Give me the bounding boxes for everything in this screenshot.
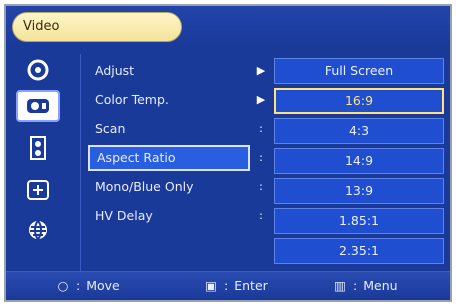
footer-move-hint: ○: Move (56, 272, 120, 300)
option-full-screen[interactable]: Full Screen (274, 58, 444, 84)
menu-item-aspect-ratio[interactable]: Aspect Ratio (88, 145, 250, 171)
menu-item-adjust[interactable]: Adjust (88, 58, 250, 84)
setup-icon (27, 180, 49, 200)
value-indicator-icon: : (259, 122, 263, 135)
sidebar (6, 54, 76, 272)
colon: : (76, 278, 81, 293)
colon: : (353, 278, 358, 293)
footer-enter-label: Enter (234, 278, 268, 293)
menu-item-color-temp[interactable]: Color Temp. (88, 87, 250, 113)
submenu-arrow-icon: ▶ (256, 93, 266, 106)
option-13-9[interactable]: 13:9 (274, 178, 444, 204)
sidebar-item-picture[interactable] (16, 54, 60, 86)
footer-enter-hint: ▣: Enter (204, 272, 268, 300)
page-title: Video (12, 12, 182, 42)
footer-menu-label: Menu (363, 278, 398, 293)
globe-icon (29, 219, 47, 241)
sidebar-item-setup[interactable] (16, 174, 60, 206)
picture-icon (27, 59, 49, 81)
menu-icon: ▥ (334, 278, 346, 293)
osd-window: Video Adjust ▶ Color Temp. ▶ Scan: Aspe… (4, 4, 452, 302)
footer-menu-hint: ▥: Menu (333, 272, 398, 300)
value-indicator-icon: : (259, 151, 263, 164)
sidebar-divider (80, 54, 81, 272)
move-icon: ○ (57, 278, 69, 293)
option-16-9[interactable]: 16:9 (274, 88, 444, 114)
option-2-35-1[interactable]: 2.35:1 (274, 238, 444, 264)
osd-header: Video (6, 6, 450, 48)
sidebar-item-video[interactable] (16, 90, 60, 122)
footer-hint-bar: ○: Move ▣: Enter ▥: Menu (6, 271, 450, 300)
option-14-9[interactable]: 14:9 (274, 148, 444, 174)
menu-item-scan[interactable]: Scan (88, 116, 250, 142)
option-1-85-1[interactable]: 1.85:1 (274, 208, 444, 234)
option-4-3[interactable]: 4:3 (274, 118, 444, 144)
sidebar-item-audio[interactable] (16, 132, 60, 164)
audio-icon (30, 136, 46, 160)
video-icon (27, 99, 49, 113)
submenu-arrow-icon: ▶ (256, 64, 266, 77)
footer-move-label: Move (86, 278, 120, 293)
menu-item-mono-blue-only[interactable]: Mono/Blue Only (88, 174, 250, 200)
menu-item-hv-delay[interactable]: HV Delay (88, 203, 250, 229)
enter-icon: ▣ (205, 278, 217, 293)
colon: : (224, 278, 229, 293)
value-indicator-icon: : (259, 180, 263, 193)
sidebar-item-globe[interactable] (16, 214, 60, 246)
value-indicator-icon: : (259, 209, 263, 222)
